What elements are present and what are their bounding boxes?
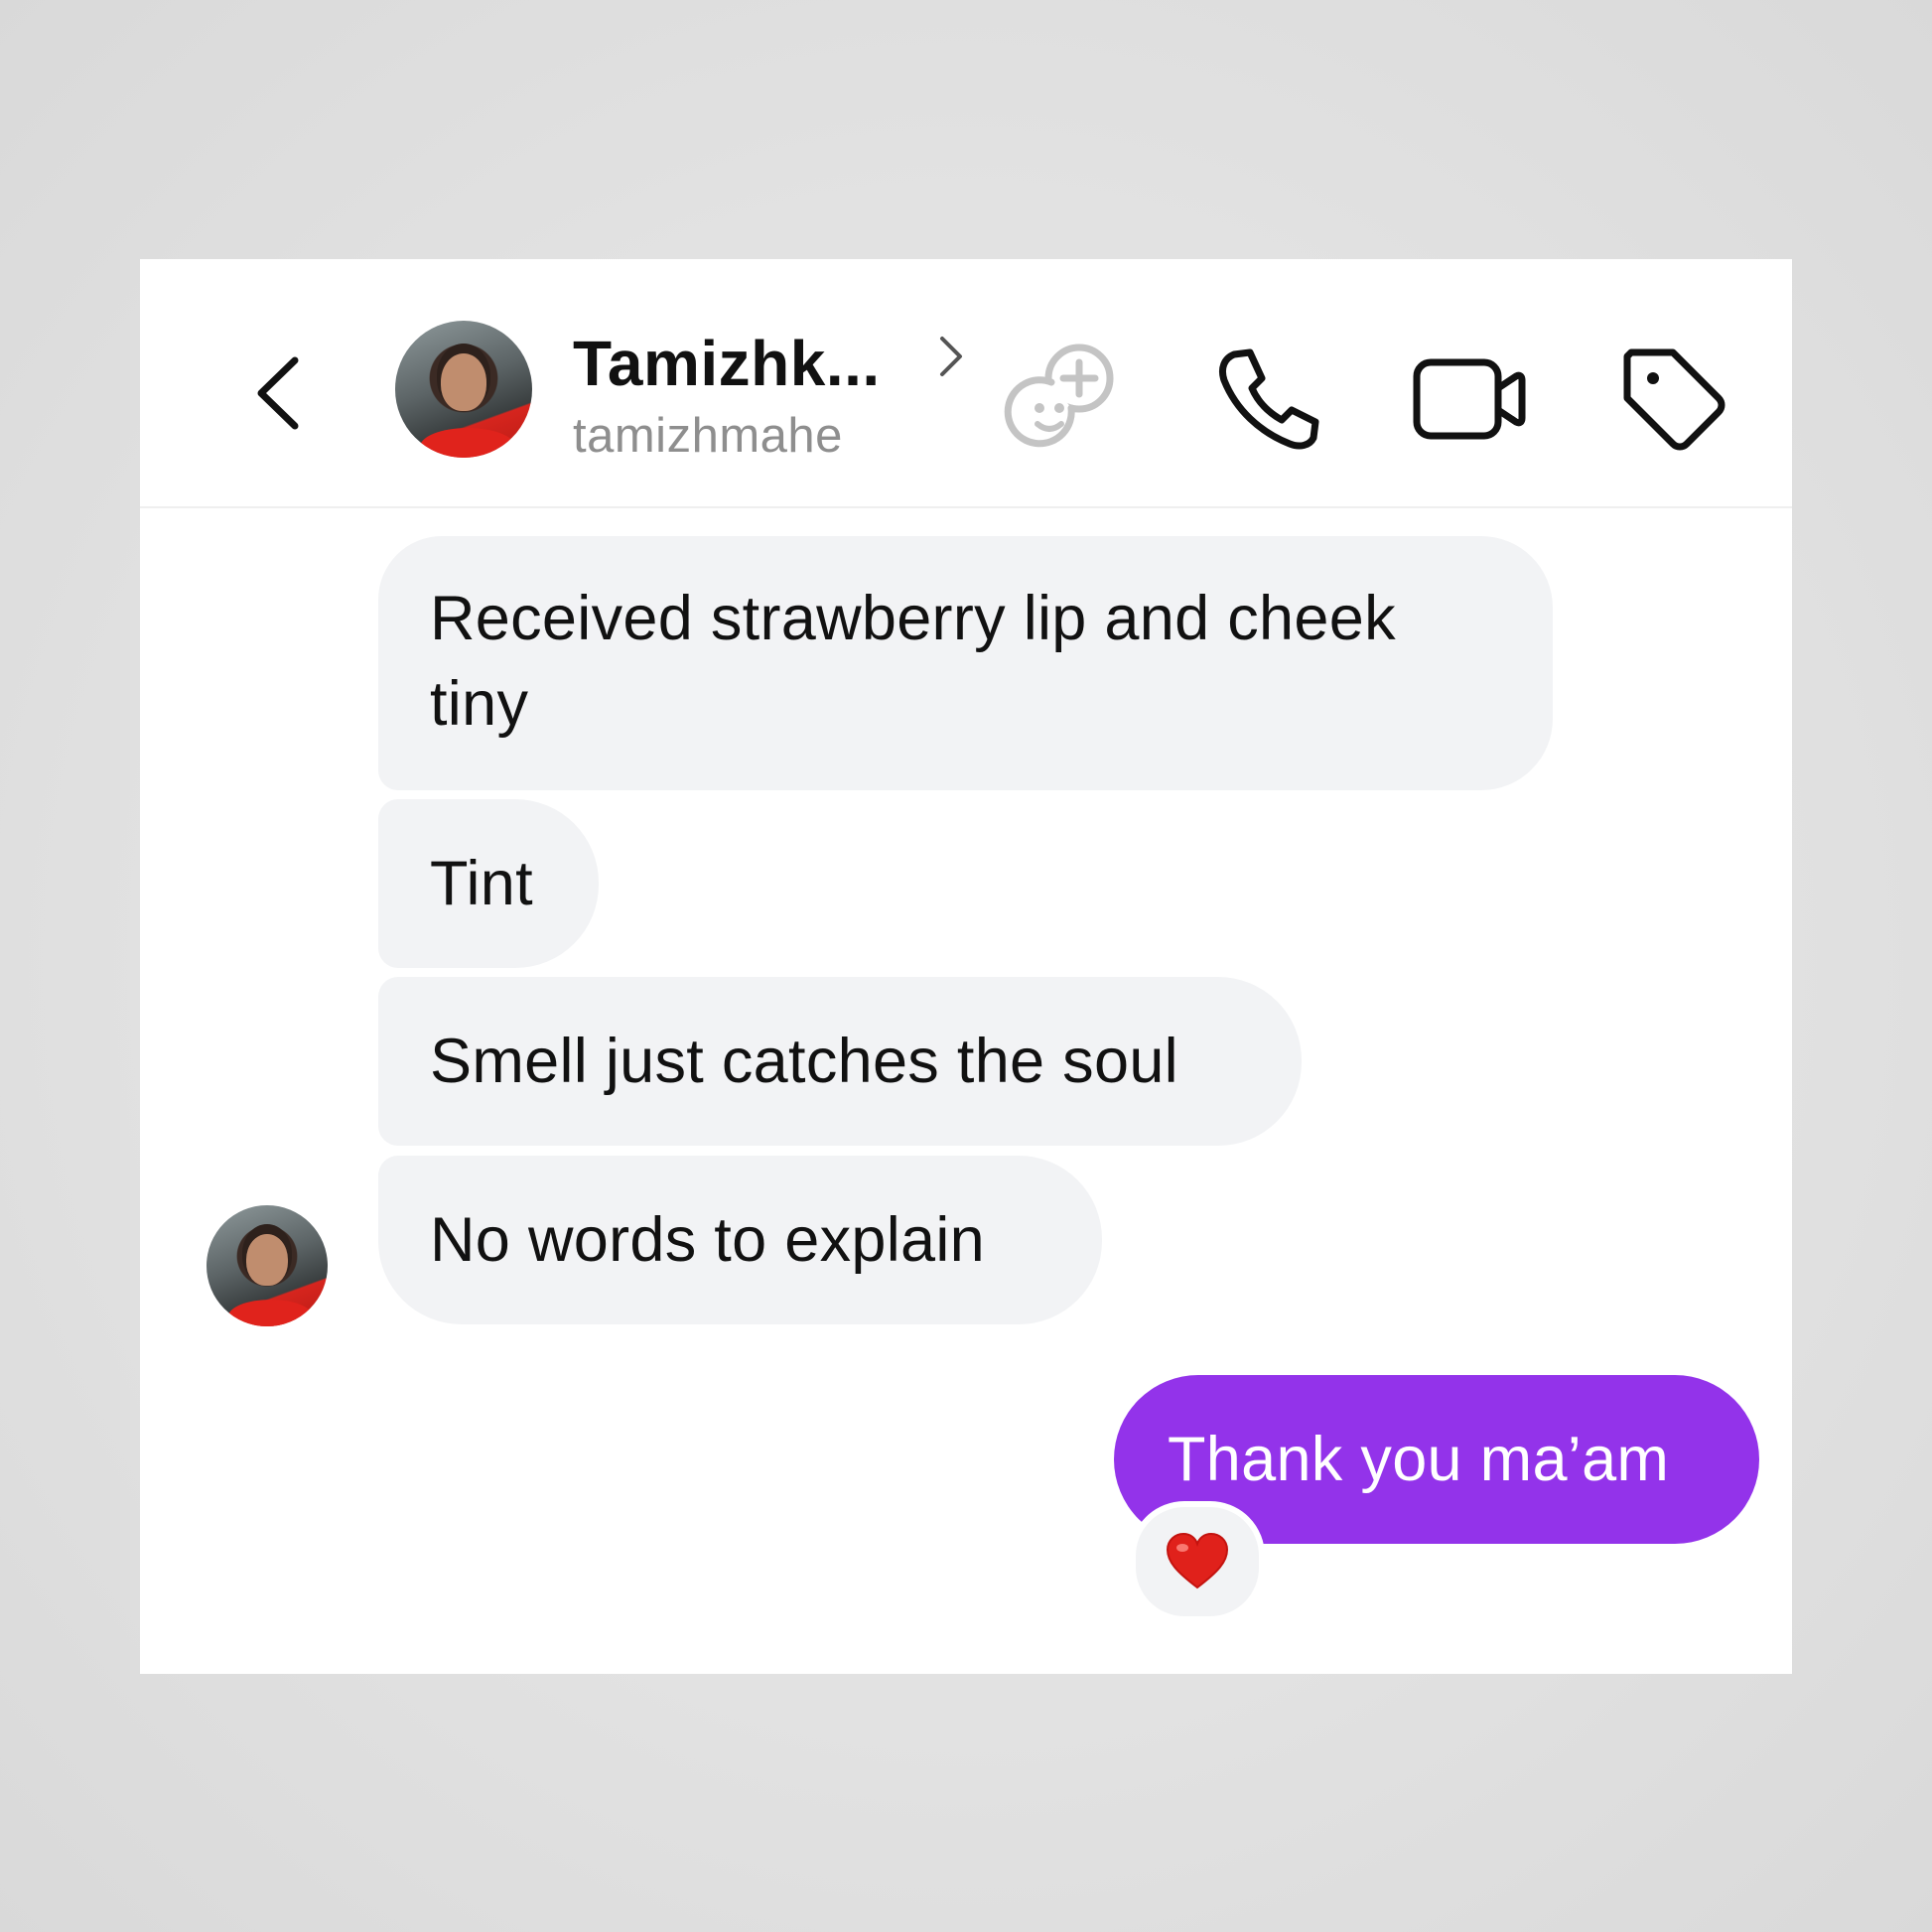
- back-button[interactable]: [239, 339, 319, 448]
- avatar-face: [440, 353, 487, 412]
- video-camera-icon[interactable]: [1409, 341, 1528, 456]
- reaction-badge[interactable]: [1130, 1501, 1265, 1622]
- emoji-add-icon[interactable]: [1002, 335, 1125, 458]
- avatar-shirt: [419, 427, 516, 458]
- contact-username: tamizhmahe: [573, 409, 843, 463]
- sender-avatar[interactable]: [207, 1205, 328, 1326]
- avatar-shirt: [227, 1300, 314, 1326]
- heart-icon: [1166, 1532, 1229, 1589]
- received-message[interactable]: No words to explain: [378, 1156, 1102, 1324]
- received-message[interactable]: Received strawberry lip and cheek tiny: [378, 536, 1553, 790]
- chat-window: Tamizhk... tamizhmahe Received strawberr…: [140, 259, 1792, 1674]
- tag-icon[interactable]: [1613, 339, 1732, 458]
- received-message[interactable]: Tint: [378, 799, 599, 968]
- chevron-left-icon: [257, 356, 299, 430]
- chevron-right-icon[interactable]: [934, 331, 968, 382]
- avatar-face: [246, 1234, 288, 1286]
- chat-header: Tamizhk... tamizhmahe: [140, 259, 1792, 508]
- contact-avatar[interactable]: [395, 321, 532, 458]
- contact-name[interactable]: Tamizhk...: [573, 327, 881, 400]
- phone-icon[interactable]: [1210, 341, 1325, 456]
- received-message[interactable]: Smell just catches the soul: [378, 977, 1302, 1146]
